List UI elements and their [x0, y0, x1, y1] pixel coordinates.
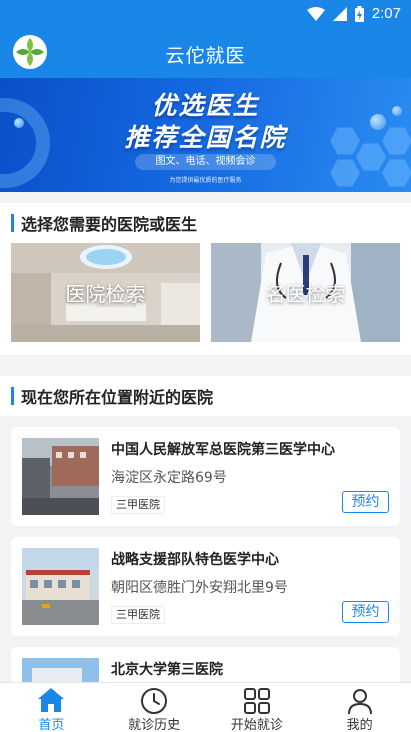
hospital-card[interactable]: 战略支援部队特色医学中心 朝阳区德胜门外安翔北里9号 三甲医院 预约: [11, 537, 400, 636]
clock-icon: [141, 688, 168, 714]
book-appointment-button[interactable]: 预约: [342, 601, 389, 623]
tab-profile[interactable]: 我的: [308, 683, 411, 732]
hospital-address: 海淀区永定路69号: [111, 470, 227, 486]
tab-label: 首页: [38, 718, 65, 732]
banner-tagline: 为您提供最优质的医疗服务: [169, 177, 242, 184]
tab-visit-history[interactable]: 就诊历史: [103, 683, 206, 732]
hospital-card[interactable]: 中国人民解放军总医院第三医学中心 海淀区永定路69号 三甲医院 预约: [11, 427, 400, 526]
section-accent-bar: [11, 214, 14, 232]
book-appointment-button[interactable]: 预约: [342, 491, 389, 513]
hospital-name: 战略支援部队特色医学中心: [111, 552, 279, 568]
hospital-thumbnail: [22, 438, 99, 515]
tab-label: 开始就诊: [230, 718, 283, 732]
hospital-search-label: 医院检索: [65, 282, 146, 306]
person-icon: [347, 689, 372, 715]
tab-label: 我的: [346, 718, 373, 732]
banner-headline-1: 优选医生: [151, 91, 260, 120]
search-section-title: 选择您需要的医院或医生: [21, 215, 198, 234]
search-section-header: 选择您需要的医院或医生: [11, 213, 198, 234]
status-time: 2:07: [371, 5, 401, 22]
tab-label: 就诊历史: [128, 718, 181, 732]
tab-start-visit[interactable]: 开始就诊: [206, 683, 309, 732]
doctor-search-card[interactable]: 名医检索: [211, 243, 400, 342]
doctor-search-label: 名医检索: [265, 282, 346, 306]
hospital-name: 北京大学第三医院: [111, 662, 223, 678]
bottom-tab-bar: 首页 就诊历史 开始就诊 我的: [0, 682, 411, 732]
grid-icon: [243, 688, 270, 714]
hospital-thumbnail: [22, 548, 99, 625]
app-bar: 云佗就医: [0, 28, 411, 78]
promo-banner[interactable]: 优选医生 推荐全国名院 图文、电话、视频会诊 为您提供最优质的医疗服务: [0, 78, 411, 192]
signal-icon: [332, 6, 347, 21]
wifi-icon: [306, 6, 325, 21]
home-icon: [38, 688, 65, 712]
hospital-search-card[interactable]: 医院检索: [11, 243, 200, 342]
battery-icon: [354, 5, 364, 22]
section-accent-bar: [11, 387, 14, 405]
nearby-section-title: 现在您所在位置附近的医院: [21, 388, 214, 407]
tab-home[interactable]: 首页: [0, 683, 103, 732]
page-title: 云佗就医: [165, 45, 246, 67]
hospital-level-badge: 三甲医院: [111, 606, 165, 624]
banner-subtitle: 图文、电话、视频会诊: [135, 154, 276, 170]
hospital-name: 中国人民解放军总医院第三医学中心: [111, 442, 335, 458]
status-bar: 2:07: [0, 0, 411, 28]
hospital-level-badge: 三甲医院: [111, 496, 165, 514]
nearby-section-header: 现在您所在位置附近的医院: [11, 386, 214, 407]
hospital-address: 朝阳区德胜门外安翔北里9号: [111, 580, 288, 596]
banner-headline-2: 推荐全国名院: [124, 123, 287, 152]
